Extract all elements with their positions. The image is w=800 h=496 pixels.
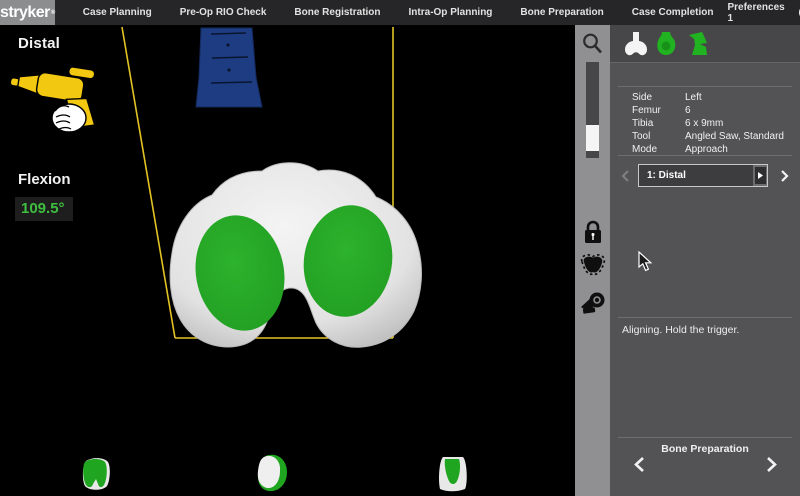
info-row-side: Side Left — [610, 91, 800, 104]
divider — [618, 155, 792, 156]
femur-side-icon[interactable] — [656, 31, 677, 57]
bone-3d-viewport[interactable]: Distal Flexion 109.5° — [0, 25, 575, 496]
tab-bone-registration[interactable]: Bone Registration — [280, 0, 394, 25]
zoom-slider-thumb[interactable] — [586, 125, 599, 151]
dropdown-arrow-button[interactable] — [753, 165, 767, 186]
view-tool-column — [575, 25, 610, 496]
hand-icon — [52, 104, 86, 132]
zoom-slider[interactable] — [586, 62, 599, 158]
side-panel: Side Left Femur 6 Tibia 6 x 9mm Tool Ang… — [610, 25, 800, 496]
lock-icon[interactable] — [582, 219, 604, 246]
tab-intra-op-planning[interactable]: Intra-Op Planning — [395, 0, 507, 25]
tab-case-planning[interactable]: Case Planning — [69, 0, 166, 25]
saw-tool-3d — [196, 28, 262, 107]
next-cut-button[interactable] — [775, 167, 793, 185]
top-right-controls: Preferences 1 i ⚙ — [727, 2, 800, 24]
info-row-tibia: Tibia 6 x 9mm — [610, 117, 800, 130]
tab-pre-op-rio-check[interactable]: Pre-Op RIO Check — [166, 0, 281, 25]
bone-cross-section-icon[interactable] — [579, 253, 607, 279]
info-label: Femur — [632, 105, 685, 116]
workflow-tabs: Case Planning Pre-Op RIO Check Bone Regi… — [69, 0, 728, 25]
info-label: Side — [632, 92, 685, 103]
stryker-logo-text: stryker — [0, 4, 50, 22]
preferences-label[interactable]: Preferences 1 — [727, 2, 787, 24]
cut-selector-row: 1: Distal — [610, 164, 800, 188]
femur-model — [170, 163, 421, 348]
top-navigation-bar: stryker® Case Planning Pre-Op RIO Check … — [0, 0, 800, 25]
divider — [618, 317, 792, 318]
mode-icon-row — [610, 25, 800, 63]
info-label: Tool — [632, 131, 685, 142]
mouse-cursor — [638, 251, 653, 272]
thumbnail-view-front[interactable] — [80, 457, 112, 493]
info-value: 6 x 9mm — [685, 118, 723, 129]
cut-selector-value: 1: Distal — [639, 170, 753, 181]
stage-label: Bone Preparation — [610, 443, 800, 455]
dropdown-arrow-icon — [758, 172, 763, 179]
flexion-label: Flexion — [18, 171, 71, 188]
saw-mode-icon[interactable] — [686, 31, 710, 57]
info-value: Approach — [685, 144, 728, 155]
status-message: Aligning. Hold the trigger. — [622, 324, 739, 336]
next-stage-button[interactable] — [762, 455, 780, 473]
mako-application: stryker® Case Planning Pre-Op RIO Check … — [0, 0, 800, 496]
divider — [618, 437, 792, 438]
tab-case-completion[interactable]: Case Completion — [618, 0, 728, 25]
info-label: Mode — [632, 144, 685, 155]
saw-view-icon[interactable] — [579, 287, 607, 319]
tab-bone-preparation[interactable]: Bone Preparation — [506, 0, 617, 25]
femur-front-icon[interactable] — [625, 31, 647, 57]
info-label: Tibia — [632, 118, 685, 129]
thumbnail-view-top[interactable] — [437, 455, 469, 493]
divider — [618, 86, 792, 87]
view-label: Distal — [18, 35, 60, 52]
previous-stage-button[interactable] — [630, 455, 648, 473]
magnifier-icon[interactable] — [581, 32, 604, 56]
info-value: Angled Saw, Standard — [685, 131, 784, 142]
stryker-logo: stryker® — [0, 0, 55, 25]
info-value: 6 — [685, 105, 691, 116]
cut-selector-dropdown[interactable]: 1: Distal — [638, 164, 768, 187]
flexion-value: 109.5° — [15, 197, 73, 221]
info-value: Left — [685, 92, 702, 103]
case-info-table: Side Left Femur 6 Tibia 6 x 9mm Tool Ang… — [610, 91, 800, 156]
info-row-tool: Tool Angled Saw, Standard — [610, 130, 800, 143]
previous-cut-button[interactable] — [616, 167, 634, 185]
thumbnail-view-side[interactable] — [255, 453, 289, 493]
info-row-femur: Femur 6 — [610, 104, 800, 117]
drill-icon — [6, 55, 110, 147]
